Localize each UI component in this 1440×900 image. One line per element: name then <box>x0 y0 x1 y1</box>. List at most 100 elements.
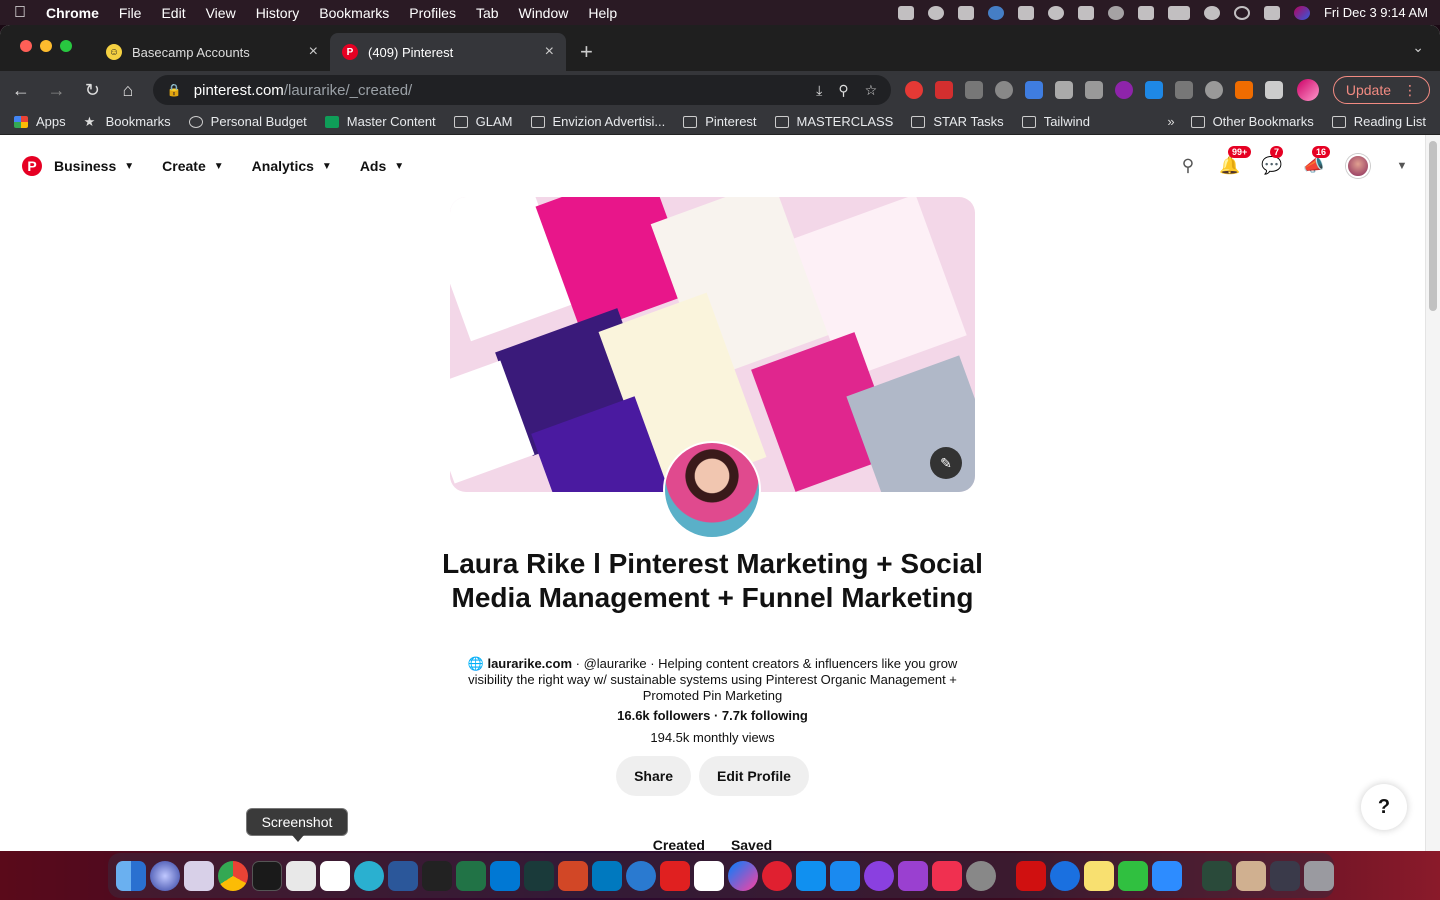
menu-profiles[interactable]: Profiles <box>409 5 456 21</box>
extension-chart-icon[interactable] <box>1235 81 1254 99</box>
new-tab-icon[interactable]: + <box>580 39 593 65</box>
nav-create[interactable]: Create ▼ <box>162 158 224 174</box>
word-icon[interactable] <box>388 860 418 891</box>
browser-profile-avatar[interactable] <box>1297 79 1319 101</box>
tab-search-chevron-icon[interactable]: ⌄ <box>1412 39 1424 56</box>
wifi-icon[interactable] <box>1203 5 1220 20</box>
slack-icon[interactable] <box>694 860 724 891</box>
page-scrollbar[interactable] <box>1425 135 1440 851</box>
creative-cloud-status-icon[interactable] <box>1047 5 1064 20</box>
xcode-app-icon[interactable] <box>796 860 826 891</box>
system-preferences-icon[interactable] <box>966 860 996 891</box>
extension-translate-icon[interactable] <box>1175 81 1194 99</box>
bookmark-other[interactable]: Other Bookmarks <box>1190 114 1314 129</box>
tab-basecamp[interactable]: ☺ Basecamp Accounts × <box>94 33 330 71</box>
calendar-icon[interactable] <box>320 860 350 891</box>
nav-business[interactable]: Business ▼ <box>54 158 134 174</box>
extension-blue-icon[interactable] <box>1145 81 1164 99</box>
share-button[interactable]: Share <box>616 756 691 796</box>
bookmark-apps[interactable]: Apps <box>14 114 66 129</box>
acrobat-icon[interactable] <box>1016 860 1046 891</box>
excel-icon[interactable] <box>456 860 486 891</box>
extension-power-icon[interactable] <box>1205 81 1224 99</box>
menu-tab[interactable]: Tab <box>476 5 499 21</box>
menu-help[interactable]: Help <box>588 5 617 21</box>
menu-app-name[interactable]: Chrome <box>46 5 99 21</box>
bookmark-pinterest[interactable]: Pinterest <box>683 114 757 129</box>
moon-icon[interactable] <box>1107 5 1124 20</box>
launchpad-icon[interactable] <box>184 860 214 891</box>
zoom-icon[interactable]: ⚲ <box>838 82 848 99</box>
spotlight-search-icon[interactable] <box>1233 5 1250 20</box>
menu-file[interactable]: File <box>119 5 142 21</box>
bookmark-personal-budget[interactable]: Personal Budget <box>188 114 307 129</box>
extension-calendar-icon[interactable] <box>935 81 954 99</box>
screenshot-icon[interactable] <box>286 860 316 891</box>
gear-status-icon[interactable] <box>927 5 944 20</box>
notes-icon[interactable] <box>1084 860 1114 891</box>
extensions-puzzle-icon[interactable] <box>1265 81 1284 99</box>
skype-icon[interactable] <box>354 860 384 891</box>
extension-globe-icon[interactable] <box>995 81 1014 99</box>
finder-icon[interactable] <box>116 860 146 891</box>
bookmark-star-tasks[interactable]: STAR Tasks <box>911 114 1004 129</box>
nav-analytics[interactable]: Analytics ▼ <box>252 158 332 174</box>
scrollbar-thumb[interactable] <box>1429 141 1437 311</box>
menu-history[interactable]: History <box>256 5 300 21</box>
edit-cover-pencil-icon[interactable]: ✎ <box>930 447 962 479</box>
followers-link[interactable]: 16.6k followers <box>617 708 710 723</box>
edit-profile-button[interactable]: Edit Profile <box>699 756 809 796</box>
volume-icon[interactable] <box>1137 5 1154 20</box>
trash-icon[interactable] <box>1304 860 1334 891</box>
control-center-icon[interactable] <box>1263 5 1280 20</box>
dots-status-icon[interactable] <box>1017 5 1034 20</box>
bookmark-bookmarks[interactable]: ★ Bookmarks <box>84 114 171 129</box>
notifications-bell-icon[interactable]: 🔔 99+ <box>1219 146 1252 176</box>
drive-status-icon[interactable] <box>957 5 974 20</box>
outlook-icon[interactable] <box>490 860 520 891</box>
bookmark-master-content[interactable]: Master Content <box>324 114 436 129</box>
pinterest-logo-icon[interactable]: P <box>22 156 42 176</box>
activity-monitor-icon[interactable] <box>252 860 282 891</box>
toolbox-icon[interactable] <box>626 860 656 891</box>
recent-stack-icon[interactable] <box>1270 860 1300 891</box>
reading-list[interactable]: Reading List <box>1331 114 1426 129</box>
dots-app-icon[interactable] <box>762 860 792 891</box>
trello-icon[interactable] <box>592 860 622 891</box>
profile-avatar[interactable] <box>663 441 761 539</box>
extension-code-icon[interactable] <box>1025 81 1044 99</box>
following-link[interactable]: 7.7k following <box>722 708 808 723</box>
forward-icon[interactable]: → <box>46 80 68 101</box>
camera-status-icon[interactable] <box>897 5 914 20</box>
minimize-window-button[interactable] <box>40 40 52 52</box>
address-bar[interactable]: 🔒 pinterest.com/laurarike/_created/ ⤓ ⚲ … <box>152 75 892 105</box>
siri-icon[interactable] <box>1293 5 1310 20</box>
battery-icon[interactable] <box>1167 5 1190 20</box>
install-app-icon[interactable]: ⤓ <box>816 82 822 99</box>
menu-edit[interactable]: Edit <box>161 5 185 21</box>
update-button[interactable]: Update ⋮ <box>1332 76 1430 104</box>
close-window-button[interactable] <box>20 40 32 52</box>
extension-red-icon[interactable] <box>905 81 924 99</box>
extension-hubspot-icon[interactable] <box>965 81 984 99</box>
zoom-icon[interactable] <box>1152 860 1182 891</box>
powerpoint-icon[interactable] <box>558 860 588 891</box>
extension-w-icon[interactable] <box>1115 81 1134 99</box>
music-icon[interactable] <box>932 860 962 891</box>
nav-ads[interactable]: Ads ▼ <box>360 158 404 174</box>
bookmark-star-icon[interactable]: ☆ <box>865 82 878 99</box>
tab-created[interactable]: Created <box>653 837 705 851</box>
menu-bookmarks[interactable]: Bookmarks <box>319 5 389 21</box>
teamviewer-icon[interactable] <box>1050 860 1080 891</box>
bookmark-envizion[interactable]: Envizion Advertisi... <box>530 114 665 129</box>
profile-website-link[interactable]: laurarike.com <box>487 656 572 671</box>
menu-view[interactable]: View <box>206 5 236 21</box>
help-button[interactable]: ? <box>1361 784 1407 830</box>
messages-icon[interactable] <box>1118 860 1148 891</box>
flashcard-icon[interactable] <box>660 860 690 891</box>
close-tab-icon[interactable]: × <box>545 43 554 61</box>
screen-recorder-icon[interactable] <box>422 860 452 891</box>
home-icon[interactable]: ⌂ <box>117 80 139 101</box>
messenger-icon[interactable] <box>728 860 758 891</box>
bookmark-tailwind[interactable]: Tailwind <box>1021 114 1090 129</box>
